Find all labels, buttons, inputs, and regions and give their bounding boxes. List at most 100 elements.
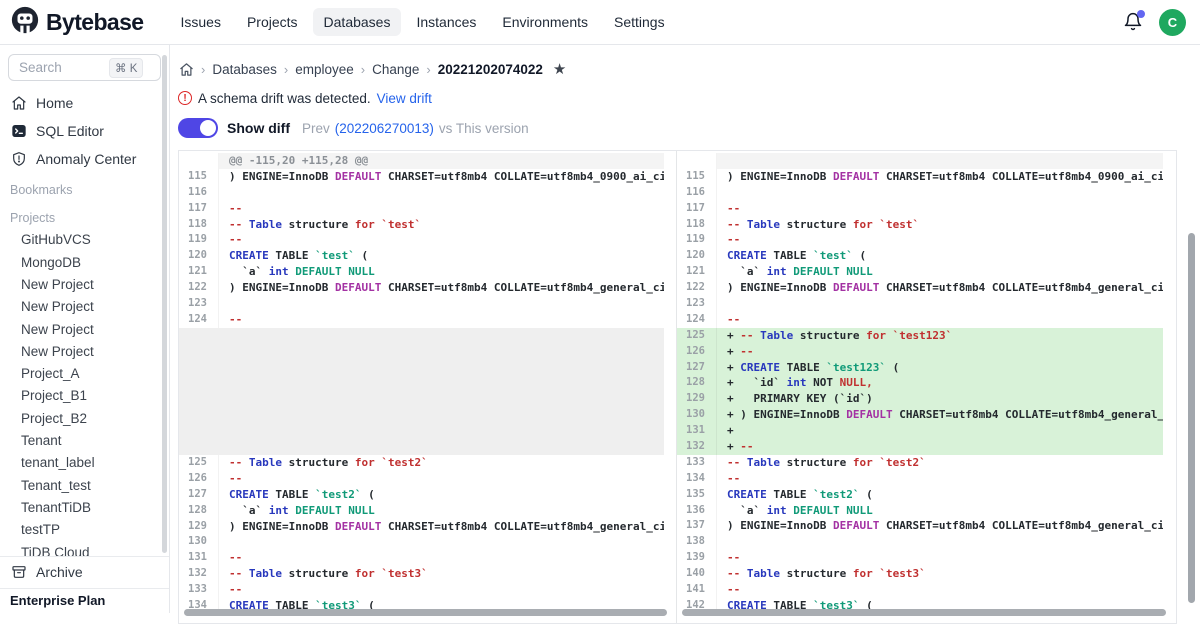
diff-row: 128+ `id` int NOT NULL, xyxy=(677,375,1175,391)
nav-tab-projects[interactable]: Projects xyxy=(236,8,309,36)
code-line: -- Table structure for `test` xyxy=(219,217,664,233)
sidebar-project-project-b1[interactable]: Project_B1 xyxy=(0,385,169,407)
diff-row: 118-- Table structure for `test` xyxy=(179,217,676,233)
sidebar-project-new-project[interactable]: New Project xyxy=(0,341,169,363)
main-content: ›Databases›employee›Change›2022120207402… xyxy=(170,45,1200,613)
diff-row: 123 xyxy=(179,296,676,312)
line-number: 132 xyxy=(179,566,219,582)
sidebar-project-githubvcs[interactable]: GitHubVCS xyxy=(0,229,169,251)
line-number: 128 xyxy=(677,375,717,391)
breadcrumb-item-20221202074022[interactable]: 20221202074022 xyxy=(438,62,543,77)
breadcrumb-item-employee[interactable]: employee xyxy=(295,62,354,77)
code-line: ) ENGINE=InnoDB DEFAULT CHARSET=utf8mb4 … xyxy=(219,169,664,185)
projects-section-label: Projects xyxy=(0,201,169,229)
diff-row: 130+ ) ENGINE=InnoDB DEFAULT CHARSET=utf… xyxy=(677,407,1175,423)
line-number: 122 xyxy=(179,280,219,296)
code-line: ) ENGINE=InnoDB DEFAULT CHARSET=utf8mb4 … xyxy=(717,169,1163,185)
diff-row: 120CREATE TABLE `test` ( xyxy=(677,248,1175,264)
line-number: 132 xyxy=(677,439,717,455)
diff-toggle-row: Show diff Prev (202206270013) vs This ve… xyxy=(170,107,1200,139)
sidebar-project-tenant-label[interactable]: tenant_label xyxy=(0,452,169,474)
code-line: + -- Table structure for `test123` xyxy=(717,328,1163,344)
line-number: 126 xyxy=(179,471,219,487)
code-line: `a` int DEFAULT NULL xyxy=(717,503,1163,519)
line-number: 121 xyxy=(179,264,219,280)
diff-row: 122) ENGINE=InnoDB DEFAULT CHARSET=utf8m… xyxy=(677,280,1175,296)
sidebar-project-tidb-cloud[interactable]: TiDB Cloud xyxy=(0,542,169,557)
code-line: + xyxy=(717,423,1163,439)
search-input[interactable] xyxy=(17,59,105,76)
line-number: 138 xyxy=(677,534,717,550)
show-diff-toggle[interactable] xyxy=(178,118,218,138)
code-line: + CREATE TABLE `test123` ( xyxy=(717,360,1163,376)
drift-alert-text: A schema drift was detected. xyxy=(198,91,371,106)
sidebar-project-mongodb[interactable]: MongoDB xyxy=(0,252,169,274)
diff-pane-right: 115) ENGINE=InnoDB DEFAULT CHARSET=utf8m… xyxy=(677,151,1175,623)
diff-row: 127CREATE TABLE `test2` ( xyxy=(179,487,676,503)
archive-icon xyxy=(10,564,27,581)
breadcrumb-separator: › xyxy=(284,62,288,77)
bookmarks-section-label: Bookmarks xyxy=(0,173,169,201)
sql-editor-icon xyxy=(10,123,27,140)
avatar[interactable]: C xyxy=(1159,9,1186,36)
code-line: + -- xyxy=(717,344,1163,360)
nav-tab-settings[interactable]: Settings xyxy=(603,8,676,36)
diff-panel: @@ -115,20 +115,28 @@115) ENGINE=InnoDB … xyxy=(178,150,1177,624)
sidebar-project-tenant-test[interactable]: Tenant_test xyxy=(0,475,169,497)
diff-row: 123 xyxy=(677,296,1175,312)
home-icon xyxy=(10,95,27,112)
notification-bell-button[interactable] xyxy=(1123,12,1143,32)
sidebar-item-anomaly-center[interactable]: Anomaly Center xyxy=(0,145,169,173)
line-number: 115 xyxy=(179,169,219,185)
breadcrumb-item-databases[interactable]: Databases xyxy=(212,62,277,77)
diff-row: 124-- xyxy=(677,312,1175,328)
code-line: ) ENGINE=InnoDB DEFAULT CHARSET=utf8mb4 … xyxy=(219,519,664,535)
brand-name: Bytebase xyxy=(46,9,143,36)
sidebar-item-home[interactable]: Home xyxy=(0,89,169,117)
main-nav: IssuesProjectsDatabasesInstancesEnvironm… xyxy=(169,8,675,36)
code-line: -- xyxy=(219,312,664,328)
archive-label: Archive xyxy=(36,564,83,580)
star-icon[interactable]: ★ xyxy=(553,62,566,77)
schema-drift-alert: ! A schema drift was detected. View drif… xyxy=(170,80,1200,107)
sidebar-project-project-b2[interactable]: Project_B2 xyxy=(0,408,169,430)
line-number: 119 xyxy=(677,232,717,248)
code-line xyxy=(717,185,1163,201)
sidebar-item-archive[interactable]: Archive xyxy=(0,557,169,587)
breadcrumb-item-change[interactable]: Change xyxy=(372,62,419,77)
code-line: `a` int DEFAULT NULL xyxy=(219,503,664,519)
code-line: -- xyxy=(219,582,664,598)
nav-tab-instances[interactable]: Instances xyxy=(405,8,487,36)
code-line xyxy=(717,534,1163,550)
line-number: 122 xyxy=(677,280,717,296)
sidebar-project-new-project[interactable]: New Project xyxy=(0,274,169,296)
sidebar-project-tenanttidb[interactable]: TenantTiDB xyxy=(0,497,169,519)
line-number: 116 xyxy=(179,185,219,201)
sidebar-project-project-a[interactable]: Project_A xyxy=(0,363,169,385)
breadcrumb-home-icon[interactable] xyxy=(179,62,194,77)
line-number: 123 xyxy=(179,296,219,312)
sidebar-item-sql-editor[interactable]: SQL Editor xyxy=(0,117,169,145)
line-number: 136 xyxy=(677,503,717,519)
diff-row: 126+ -- xyxy=(677,344,1175,360)
sidebar-project-tenant[interactable]: Tenant xyxy=(0,430,169,452)
code-line: -- xyxy=(219,201,664,217)
nav-tab-environments[interactable]: Environments xyxy=(491,8,599,36)
nav-tab-databases[interactable]: Databases xyxy=(313,8,402,36)
view-drift-link[interactable]: View drift xyxy=(377,91,432,106)
sidebar-project-testtp[interactable]: testTP xyxy=(0,519,169,541)
page-vertical-scrollbar[interactable] xyxy=(1188,233,1195,603)
prev-version-link[interactable]: (202206270013) xyxy=(335,121,434,136)
sidebar-scrollbar[interactable] xyxy=(162,55,167,553)
diff-row: 137) ENGINE=InnoDB DEFAULT CHARSET=utf8m… xyxy=(677,518,1175,534)
diff-row: 133-- xyxy=(179,582,676,598)
sidebar-project-new-project[interactable]: New Project xyxy=(0,319,169,341)
bytebase-logo[interactable]: Bytebase xyxy=(0,5,143,40)
nav-tab-issues[interactable]: Issues xyxy=(169,8,231,36)
sidebar-project-new-project[interactable]: New Project xyxy=(0,296,169,318)
line-number: 120 xyxy=(677,248,717,264)
plan-label[interactable]: Enterprise Plan xyxy=(0,588,169,613)
breadcrumb-separator: › xyxy=(361,62,365,77)
diff-row: 115) ENGINE=InnoDB DEFAULT CHARSET=utf8m… xyxy=(179,169,676,185)
search-box[interactable]: ⌘ K xyxy=(8,54,161,81)
